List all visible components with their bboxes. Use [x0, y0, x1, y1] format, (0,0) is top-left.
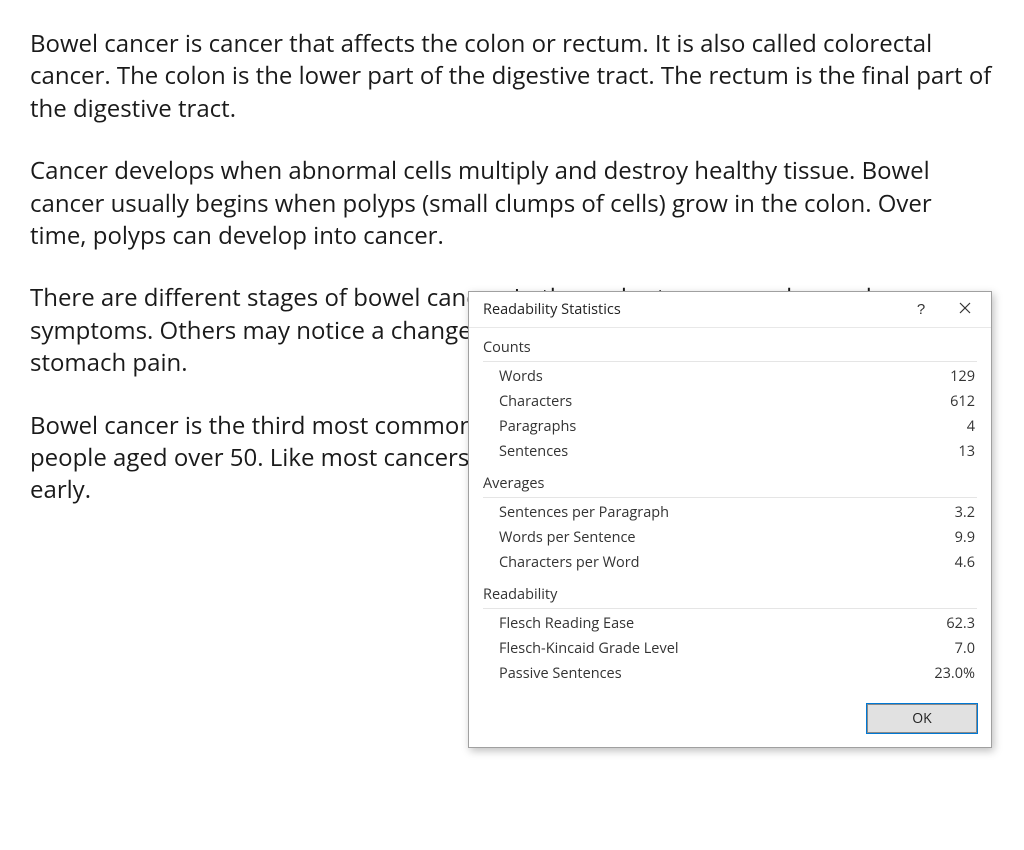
stat-row-words: Words 129	[483, 364, 977, 389]
stat-row-passive-sentences: Passive Sentences 23.0%	[483, 661, 977, 686]
close-button[interactable]	[943, 294, 987, 326]
stat-value: 4.6	[915, 553, 975, 572]
help-icon: ?	[917, 301, 925, 318]
stat-label: Paragraphs	[499, 417, 915, 436]
stat-label: Characters per Word	[499, 553, 915, 572]
stat-label: Characters	[499, 392, 915, 411]
dialog-body: Counts Words 129 Characters 612 Paragrap…	[469, 328, 991, 696]
stat-label: Flesch Reading Ease	[499, 614, 915, 633]
section-header-averages: Averages	[483, 468, 977, 498]
section-header-counts: Counts	[483, 332, 977, 362]
dialog-titlebar[interactable]: Readability Statistics ?	[469, 292, 991, 328]
stat-label: Passive Sentences	[499, 664, 915, 683]
stat-label: Flesch-Kincaid Grade Level	[499, 639, 915, 658]
stat-value: 13	[915, 442, 975, 461]
stat-row-words-per-sentence: Words per Sentence 9.9	[483, 525, 977, 550]
stat-value: 612	[915, 392, 975, 411]
stat-value: 62.3	[915, 614, 975, 633]
stat-label: Words	[499, 367, 915, 386]
stat-label: Sentences per Paragraph	[499, 503, 915, 522]
stat-row-characters-per-word: Characters per Word 4.6	[483, 550, 977, 575]
stat-label: Words per Sentence	[499, 528, 915, 547]
stat-row-sentences-per-paragraph: Sentences per Paragraph 3.2	[483, 500, 977, 525]
stat-value: 7.0	[915, 639, 975, 658]
stat-row-paragraphs: Paragraphs 4	[483, 414, 977, 439]
stat-row-characters: Characters 612	[483, 389, 977, 414]
stat-row-flesch-reading-ease: Flesch Reading Ease 62.3	[483, 611, 977, 636]
stat-value: 23.0%	[915, 664, 975, 683]
ok-button[interactable]: OK	[867, 704, 977, 733]
stat-value: 129	[915, 367, 975, 386]
stat-value: 9.9	[915, 528, 975, 547]
document-paragraph[interactable]: Cancer develops when abnormal cells mult…	[30, 155, 994, 252]
dialog-title: Readability Statistics	[483, 300, 899, 319]
readability-statistics-dialog: Readability Statistics ? Counts Words 12…	[468, 291, 992, 748]
dialog-footer: OK	[469, 696, 991, 747]
stat-value: 4	[915, 417, 975, 436]
stat-row-flesch-kincaid-grade-level: Flesch-Kincaid Grade Level 7.0	[483, 636, 977, 661]
help-button[interactable]: ?	[899, 294, 943, 326]
document-paragraph[interactable]: Bowel cancer is cancer that affects the …	[30, 28, 994, 125]
stat-row-sentences: Sentences 13	[483, 439, 977, 464]
section-header-readability: Readability	[483, 579, 977, 609]
close-icon	[959, 301, 971, 318]
stat-label: Sentences	[499, 442, 915, 461]
stat-value: 3.2	[915, 503, 975, 522]
